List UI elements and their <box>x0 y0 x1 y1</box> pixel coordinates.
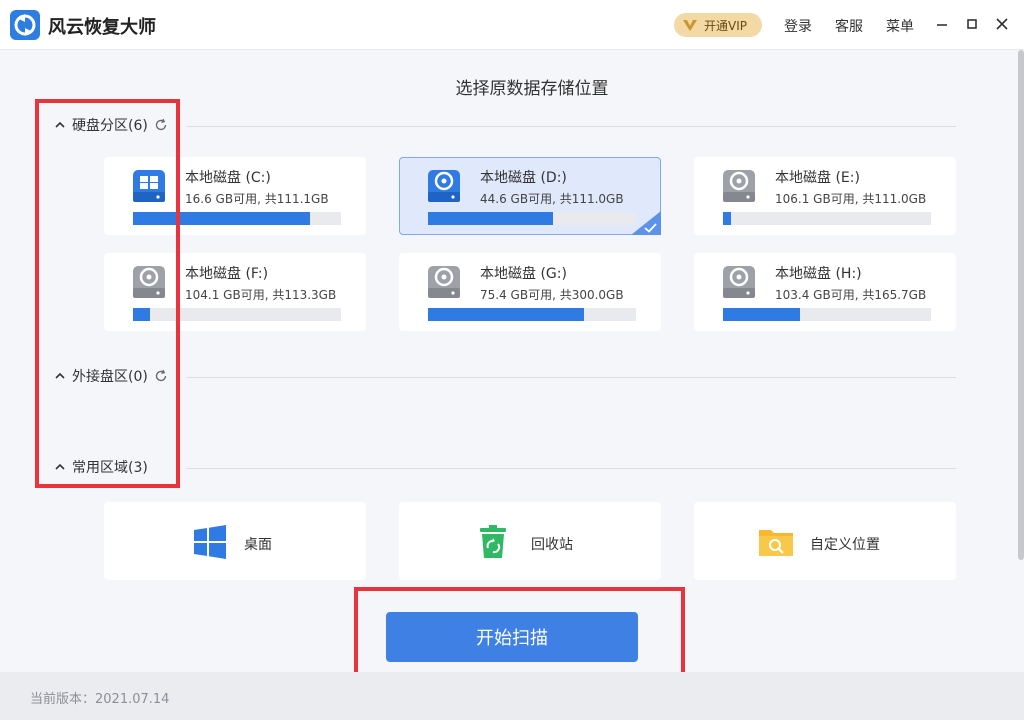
drive-usage-bar <box>723 308 931 321</box>
highlight-box-start-button <box>354 587 685 682</box>
maximize-icon[interactable] <box>962 14 982 34</box>
recycle-bin-icon <box>475 524 511 560</box>
location-desktop[interactable]: 桌面 <box>104 502 366 580</box>
vip-label: 开通VIP <box>704 18 747 33</box>
disk-icon <box>426 166 462 206</box>
disk-icon <box>721 262 757 302</box>
drive-name: 本地磁盘 (F:) <box>185 266 269 282</box>
minimize-icon[interactable] <box>932 14 952 34</box>
scrollbar[interactable] <box>1018 50 1024 560</box>
vip-button[interactable]: 开通VIP <box>674 13 762 37</box>
drive-card-e[interactable]: 本地磁盘 (E:) 106.1 GB可用, 共111.0GB <box>694 157 956 235</box>
section-divider <box>186 468 956 469</box>
section-divider <box>186 377 956 378</box>
login-link[interactable]: 登录 <box>784 16 812 36</box>
location-custom[interactable]: 自定义位置 <box>694 502 956 580</box>
folder-search-icon <box>758 524 794 560</box>
drive-capacity: 44.6 GB可用, 共111.0GB <box>480 192 624 206</box>
app-title: 风云恢复大师 <box>48 17 156 38</box>
highlight-box-sections <box>35 99 180 488</box>
drive-name: 本地磁盘 (H:) <box>775 266 862 282</box>
page-title: 选择原数据存储位置 <box>455 79 609 99</box>
drive-name: 本地磁盘 (E:) <box>775 170 860 186</box>
section-divider <box>186 126 956 127</box>
location-label: 自定义位置 <box>810 537 880 553</box>
drive-card-g[interactable]: 本地磁盘 (G:) 75.4 GB可用, 共300.0GB <box>399 253 661 331</box>
drive-name: 本地磁盘 (G:) <box>480 266 567 282</box>
footer: 当前版本：2021.07.14 <box>0 672 1024 720</box>
windows-icon <box>192 524 228 560</box>
drive-capacity: 106.1 GB可用, 共111.0GB <box>775 192 927 206</box>
title-bar: 风云恢复大师 开通VIP 登录 客服 菜单 <box>0 0 1024 50</box>
location-label: 回收站 <box>531 537 573 553</box>
disk-icon <box>721 166 757 206</box>
drive-usage-bar <box>723 212 931 225</box>
vip-icon <box>682 17 698 33</box>
location-label: 桌面 <box>244 537 272 553</box>
drive-capacity: 103.4 GB可用, 共165.7GB <box>775 288 927 302</box>
drive-capacity: 16.6 GB可用, 共111.1GB <box>185 192 329 206</box>
selected-check-icon <box>631 211 661 235</box>
drive-card-d[interactable]: 本地磁盘 (D:) 44.6 GB可用, 共111.0GB <box>399 157 661 235</box>
drive-capacity: 104.1 GB可用, 共113.3GB <box>185 288 337 302</box>
drive-name: 本地磁盘 (C:) <box>185 170 271 186</box>
version-label: 当前版本：2021.07.14 <box>30 692 170 707</box>
menu-link[interactable]: 菜单 <box>886 16 914 36</box>
drive-capacity: 75.4 GB可用, 共300.0GB <box>480 288 624 302</box>
close-icon[interactable] <box>992 14 1012 34</box>
drive-usage-bar <box>428 212 636 225</box>
disk-icon <box>426 262 462 302</box>
drive-usage-bar <box>428 308 636 321</box>
drive-card-h[interactable]: 本地磁盘 (H:) 103.4 GB可用, 共165.7GB <box>694 253 956 331</box>
location-recycle-bin[interactable]: 回收站 <box>399 502 661 580</box>
app-logo-icon <box>10 10 40 40</box>
service-link[interactable]: 客服 <box>835 16 863 36</box>
drive-name: 本地磁盘 (D:) <box>480 170 567 186</box>
